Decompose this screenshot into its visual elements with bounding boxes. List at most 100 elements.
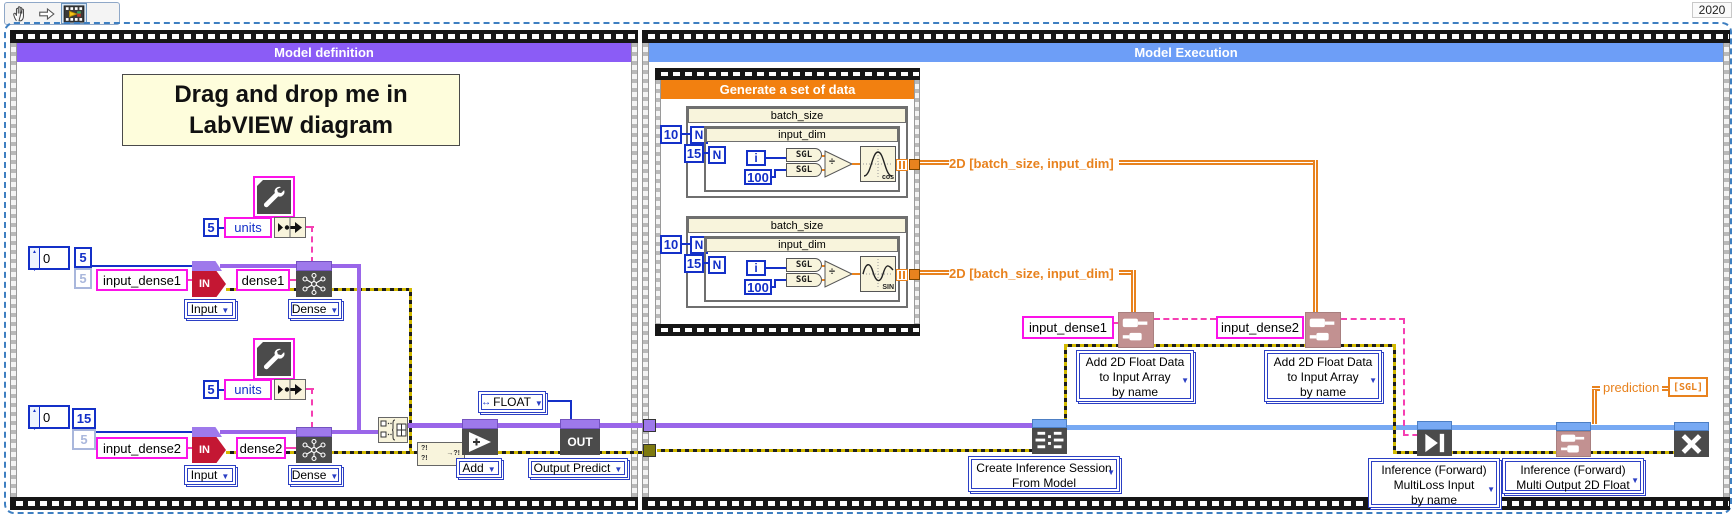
add-data-selector[interactable]: Add 2D Float Data to Input Array by name bbox=[1076, 350, 1194, 402]
labview-vi-icon[interactable] bbox=[61, 3, 87, 24]
shape-spinner[interactable]: 0 bbox=[28, 405, 70, 429]
sgl-wire bbox=[852, 163, 860, 165]
string-wire bbox=[1403, 318, 1405, 436]
sine-function-node[interactable]: SIN bbox=[860, 256, 896, 292]
input-name-label[interactable]: input_dense2 bbox=[1216, 316, 1304, 339]
dim-count-constant[interactable]: 15 bbox=[684, 254, 704, 273]
string-wire bbox=[1341, 318, 1405, 320]
units-constant[interactable]: 5 bbox=[203, 218, 219, 237]
loop-name-bar: input_dim bbox=[706, 238, 898, 252]
array-wire bbox=[1119, 270, 1131, 275]
pan-hand-icon[interactable] bbox=[10, 4, 32, 23]
execution-frame-top-border bbox=[642, 30, 1730, 43]
spinner-arrows-icon[interactable] bbox=[30, 248, 40, 268]
error-wire bbox=[1393, 346, 1396, 452]
generate-frame-left-border bbox=[655, 80, 661, 324]
out-node[interactable]: OUT bbox=[560, 429, 600, 455]
add-2d-float-data-node[interactable] bbox=[1305, 312, 1341, 348]
prediction-label[interactable]: prediction bbox=[1600, 380, 1662, 396]
dense-node[interactable] bbox=[296, 271, 332, 297]
input-name-label[interactable]: input_dense1 bbox=[1022, 316, 1114, 339]
sticky-note-line1: Drag and drop me in bbox=[174, 79, 407, 110]
size-constant[interactable]: 5 bbox=[74, 247, 92, 268]
prediction-indicator[interactable]: [SGL] bbox=[1668, 377, 1708, 397]
size-constant-disabled[interactable]: 5 bbox=[72, 429, 96, 450]
dense-name-label[interactable]: dense2 bbox=[236, 437, 286, 459]
shape-spinner[interactable]: 0 bbox=[28, 246, 70, 270]
dropdown-arrow-icon bbox=[610, 461, 622, 475]
loop-name-bar: input_dim bbox=[706, 128, 898, 142]
layer-type-selector[interactable]: Dense bbox=[288, 299, 342, 319]
float-enum-selector[interactable]: ↔ FLOAT bbox=[478, 391, 546, 413]
loop-count-terminal[interactable]: N bbox=[708, 146, 726, 164]
string-wire bbox=[1403, 434, 1418, 436]
output-selector[interactable]: Output Predict bbox=[528, 458, 628, 478]
wrench-config-icon[interactable] bbox=[253, 176, 295, 218]
loop-tunnel-bracket bbox=[896, 159, 908, 171]
inference-multiloss-selector[interactable]: Inference (Forward) MultiLoss Input by n… bbox=[1368, 458, 1500, 508]
input-type-selector[interactable]: Input bbox=[184, 299, 236, 319]
inference-multioutput-selector[interactable]: Inference (Forward) Multi Output 2D Floa… bbox=[1502, 458, 1644, 494]
units-bundle-node[interactable] bbox=[274, 217, 306, 238]
selection-arrow-icon[interactable] bbox=[36, 4, 58, 23]
dropdown-arrow-icon bbox=[217, 468, 229, 482]
wrench-config-icon[interactable] bbox=[253, 338, 295, 380]
size-constant-disabled[interactable]: 5 bbox=[74, 268, 92, 289]
generate-frame-top-border bbox=[655, 68, 920, 80]
dense-node[interactable] bbox=[296, 437, 332, 463]
definition-frame-right-border bbox=[631, 43, 638, 497]
layer-type-selector[interactable]: Dense bbox=[288, 465, 342, 485]
dense-name-label[interactable]: dense1 bbox=[236, 269, 290, 291]
add-data-selector[interactable]: Add 2D Float Data to Input Array by name bbox=[1264, 350, 1382, 402]
denominator-constant[interactable]: 100 bbox=[744, 169, 772, 185]
to-sgl-node[interactable]: SGL bbox=[786, 258, 822, 272]
dropdown-arrow-icon bbox=[1487, 481, 1495, 497]
create-session-selector[interactable]: Create Inference Session From Model bbox=[968, 456, 1120, 492]
dropdown-arrow-icon bbox=[484, 461, 496, 475]
create-inference-session-node[interactable] bbox=[1032, 428, 1067, 454]
loop-iterator-terminal[interactable]: i bbox=[746, 260, 766, 276]
divide-node[interactable]: ÷ bbox=[824, 260, 854, 288]
add-2d-float-data-node[interactable] bbox=[1118, 312, 1154, 348]
version-text: 2020 bbox=[1699, 3, 1726, 17]
to-sgl-node[interactable]: SGL bbox=[786, 163, 822, 177]
definition-frame-left-border bbox=[10, 43, 17, 497]
inference-multiloss-node[interactable] bbox=[1417, 430, 1452, 456]
size-constant[interactable]: 15 bbox=[72, 408, 96, 429]
to-sgl-node[interactable]: SGL bbox=[786, 273, 822, 287]
divide-node[interactable]: ÷ bbox=[824, 150, 854, 178]
input-name-label[interactable]: input_dense1 bbox=[96, 269, 188, 291]
spinner-arrows-icon[interactable] bbox=[30, 407, 40, 427]
array-output-label[interactable]: 2D [batch_size, input_dim] bbox=[949, 156, 1114, 172]
loop-iterator-terminal[interactable]: i bbox=[746, 150, 766, 166]
array-wire bbox=[920, 270, 949, 275]
loop-name-bar: batch_size bbox=[688, 108, 906, 123]
enum-icon: ↔ bbox=[481, 397, 491, 408]
inference-node-cap bbox=[1417, 421, 1452, 430]
build-array-node[interactable] bbox=[378, 417, 408, 443]
array-output-label[interactable]: 2D [batch_size, input_dim] bbox=[949, 266, 1114, 282]
to-sgl-node[interactable]: SGL bbox=[786, 148, 822, 162]
units-bundle-node[interactable] bbox=[274, 379, 306, 400]
units-label[interactable]: units bbox=[224, 217, 272, 238]
input-name-label[interactable]: input_dense2 bbox=[96, 437, 188, 459]
dense-node-cap bbox=[296, 427, 332, 437]
batch-count-constant[interactable]: 10 bbox=[660, 235, 682, 254]
version-badge: 2020 bbox=[1692, 2, 1732, 18]
denominator-constant[interactable]: 100 bbox=[744, 279, 772, 295]
sticky-note[interactable]: Drag and drop me in LabVIEW diagram bbox=[122, 74, 460, 146]
input-type-selector[interactable]: Input bbox=[184, 465, 236, 485]
units-constant[interactable]: 5 bbox=[203, 380, 219, 399]
cosine-function-node[interactable]: cos bbox=[860, 146, 896, 182]
dropdown-arrow-icon bbox=[1369, 372, 1377, 388]
int-wire bbox=[92, 265, 192, 267]
inference-multioutput-node[interactable] bbox=[1556, 431, 1591, 457]
execution-frame-bottom-border bbox=[642, 497, 1730, 510]
batch-count-constant[interactable]: 10 bbox=[660, 125, 682, 144]
operation-selector[interactable]: Add bbox=[456, 458, 502, 478]
loop-count-terminal[interactable]: N bbox=[708, 256, 726, 274]
add-node[interactable] bbox=[462, 429, 498, 455]
dim-count-constant[interactable]: 15 bbox=[684, 144, 704, 163]
destroy-session-node[interactable] bbox=[1674, 431, 1709, 457]
units-label[interactable]: units bbox=[224, 379, 272, 400]
